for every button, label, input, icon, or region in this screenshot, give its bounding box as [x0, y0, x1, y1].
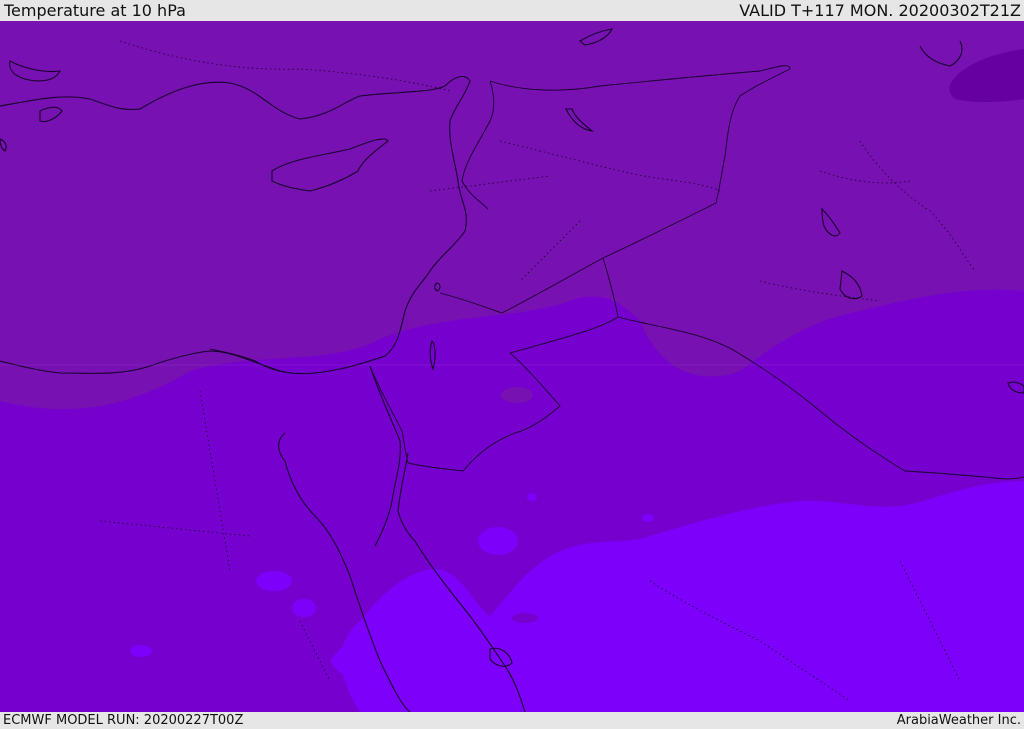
model-run: ECMWF MODEL RUN: 20200227T00Z — [3, 713, 244, 728]
temperature-map[interactable] — [0, 21, 1024, 712]
patch-light-2 — [292, 599, 316, 617]
header-bar: Temperature at 10 hPa VALID T+117 MON. 2… — [0, 0, 1024, 21]
map-canvas — [0, 21, 1024, 712]
credit: ArabiaWeather Inc. — [896, 713, 1021, 728]
map-title: Temperature at 10 hPa — [4, 1, 186, 20]
patch-light-1 — [256, 571, 292, 591]
patch-dark-1 — [501, 387, 533, 403]
patch-light-4 — [130, 645, 152, 657]
patch-light-6 — [527, 493, 537, 501]
patch-light-5 — [642, 514, 654, 522]
patch-light-3 — [478, 527, 518, 555]
valid-time: VALID T+117 MON. 20200302T21Z — [739, 1, 1021, 20]
patch-dark-2 — [512, 613, 538, 623]
footer-bar: ECMWF MODEL RUN: 20200227T00Z ArabiaWeat… — [0, 712, 1024, 729]
